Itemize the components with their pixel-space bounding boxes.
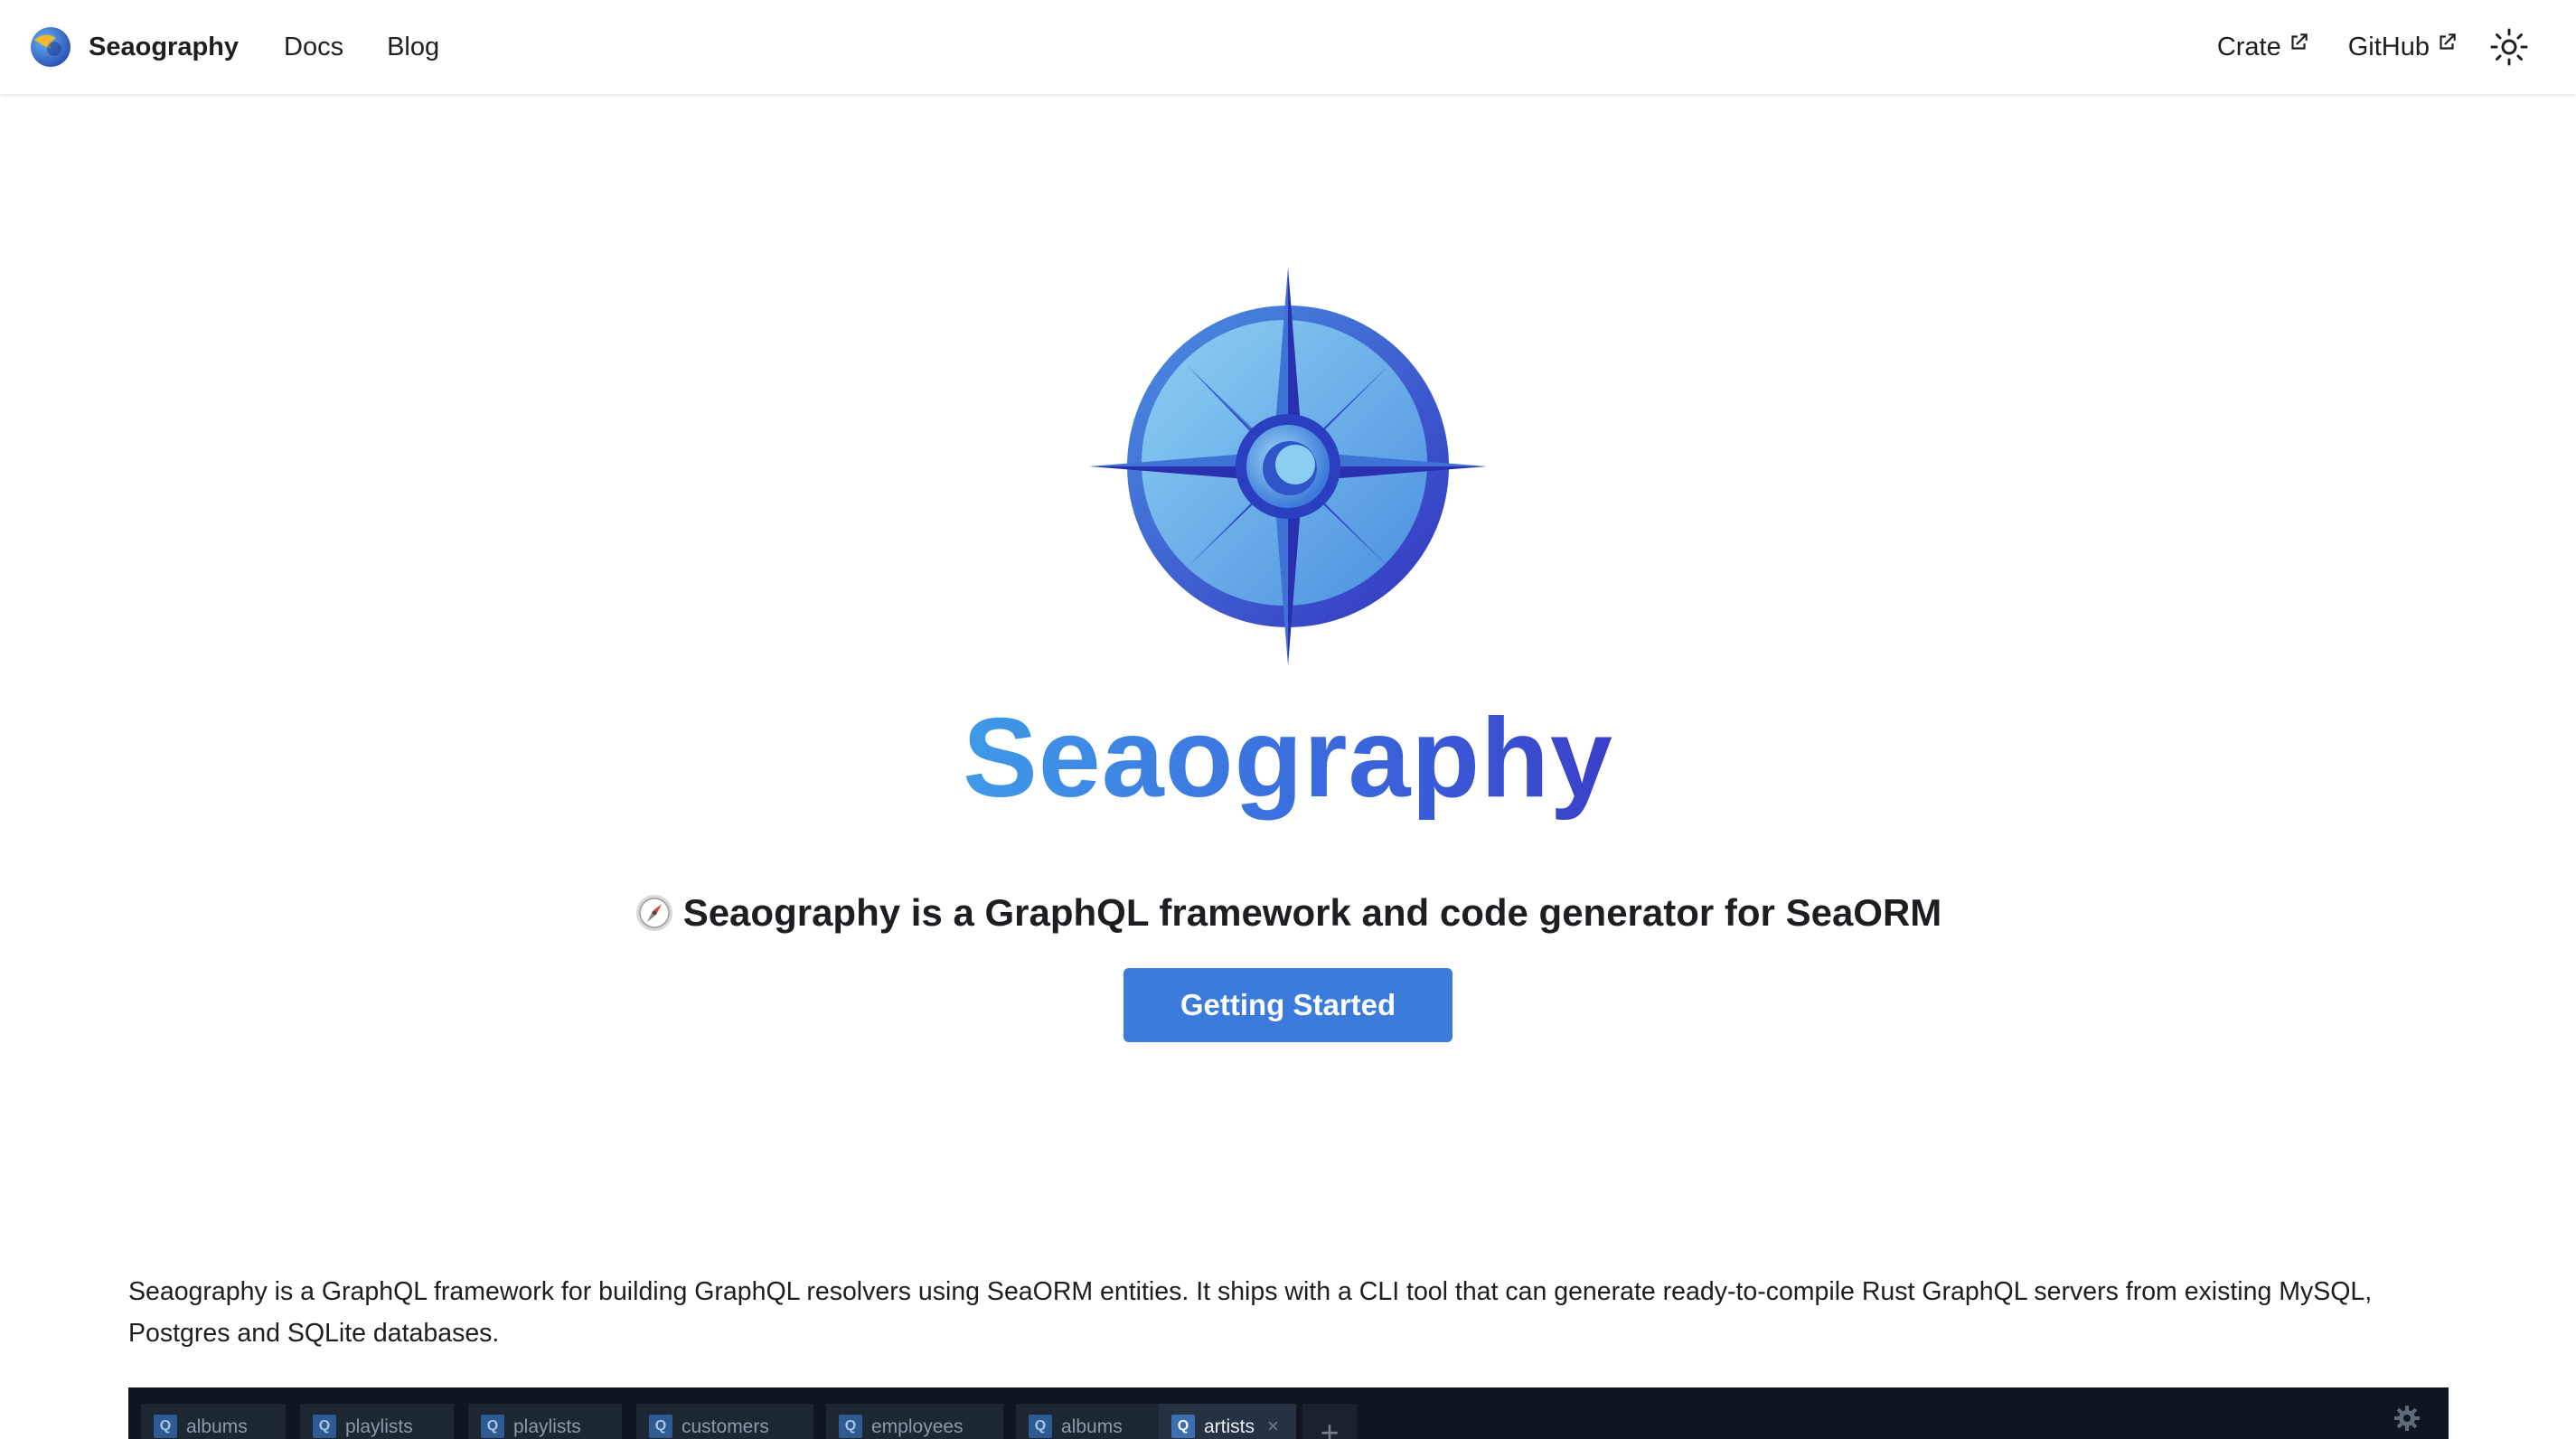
nav-link-crate[interactable]: Crate — [2217, 33, 2310, 62]
playground-tab[interactable]: Q albums — [141, 1404, 286, 1439]
gear-icon[interactable] — [2393, 1404, 2421, 1433]
hero-compass-logo — [1089, 268, 1487, 665]
playground-tab-label: customers — [682, 1416, 769, 1437]
query-icon: Q — [154, 1415, 177, 1438]
nav-link-blog[interactable]: Blog — [387, 33, 439, 62]
external-link-icon — [2440, 33, 2456, 50]
playground-tab[interactable]: Q albums — [1016, 1404, 1173, 1439]
playground-tab[interactable]: Q employees — [826, 1404, 1003, 1439]
playground-tab-label: playlists — [345, 1416, 413, 1437]
playground-tab-label: albums — [186, 1416, 248, 1437]
hero-tagline-text: Seaography is a GraphQL framework and co… — [682, 891, 1942, 934]
nav-link-docs[interactable]: Docs — [284, 33, 343, 62]
navbar: Seaography Docs Blog Crate GitHub — [0, 0, 2576, 94]
playground-tab-active[interactable]: Q artists × — [1159, 1404, 1296, 1439]
playground-tab-label: playlists — [513, 1416, 581, 1437]
playground-tab[interactable]: Q customers — [636, 1404, 813, 1439]
brand-logo-icon — [31, 27, 71, 67]
query-icon: Q — [481, 1415, 504, 1438]
nav-link-crate-label: Crate — [2216, 32, 2281, 61]
query-icon: Q — [649, 1415, 672, 1438]
close-icon[interactable]: × — [1267, 1415, 1279, 1438]
hero-wordmark: Seaography — [0, 691, 2576, 826]
playground-tab-label: employees — [871, 1416, 964, 1437]
hero-tagline: Seaography is a GraphQL framework and co… — [0, 891, 2576, 935]
browser-viewport: Seaography Docs Blog Crate GitHub Seaogr… — [0, 0, 2576, 1439]
intro-description: Seaography is a GraphQL framework for bu… — [128, 1277, 2373, 1348]
query-icon: Q — [1171, 1415, 1195, 1438]
query-icon: Q — [839, 1415, 862, 1438]
compass-emoji-icon — [635, 895, 672, 931]
playground-tab[interactable]: Q playlists — [300, 1404, 454, 1439]
nav-link-github[interactable]: GitHub — [2348, 33, 2458, 62]
playground-tab-label: albums — [1061, 1416, 1123, 1437]
getting-started-button[interactable]: Getting Started — [1123, 968, 1453, 1042]
brand-link[interactable]: Seaography — [29, 25, 239, 69]
add-tab-button[interactable]: + — [1302, 1404, 1357, 1439]
nav-link-github-label: GitHub — [2347, 32, 2430, 61]
hero-wordmark-text: Seaography — [963, 696, 1613, 821]
theme-toggle-button[interactable] — [2486, 24, 2533, 71]
sun-icon — [2490, 28, 2528, 66]
query-icon: Q — [1029, 1415, 1052, 1438]
external-link-icon — [2291, 33, 2308, 50]
playground-tab[interactable]: Q playlists — [468, 1404, 622, 1439]
brand-title: Seaography — [89, 32, 239, 61]
navbar-right: Crate GitHub — [2217, 0, 2576, 94]
query-icon: Q — [313, 1415, 336, 1438]
playground-tab-label: artists — [1204, 1416, 1255, 1437]
playground-preview-image: Q albums Q playlists Q playlists Q custo… — [128, 1387, 2449, 1439]
